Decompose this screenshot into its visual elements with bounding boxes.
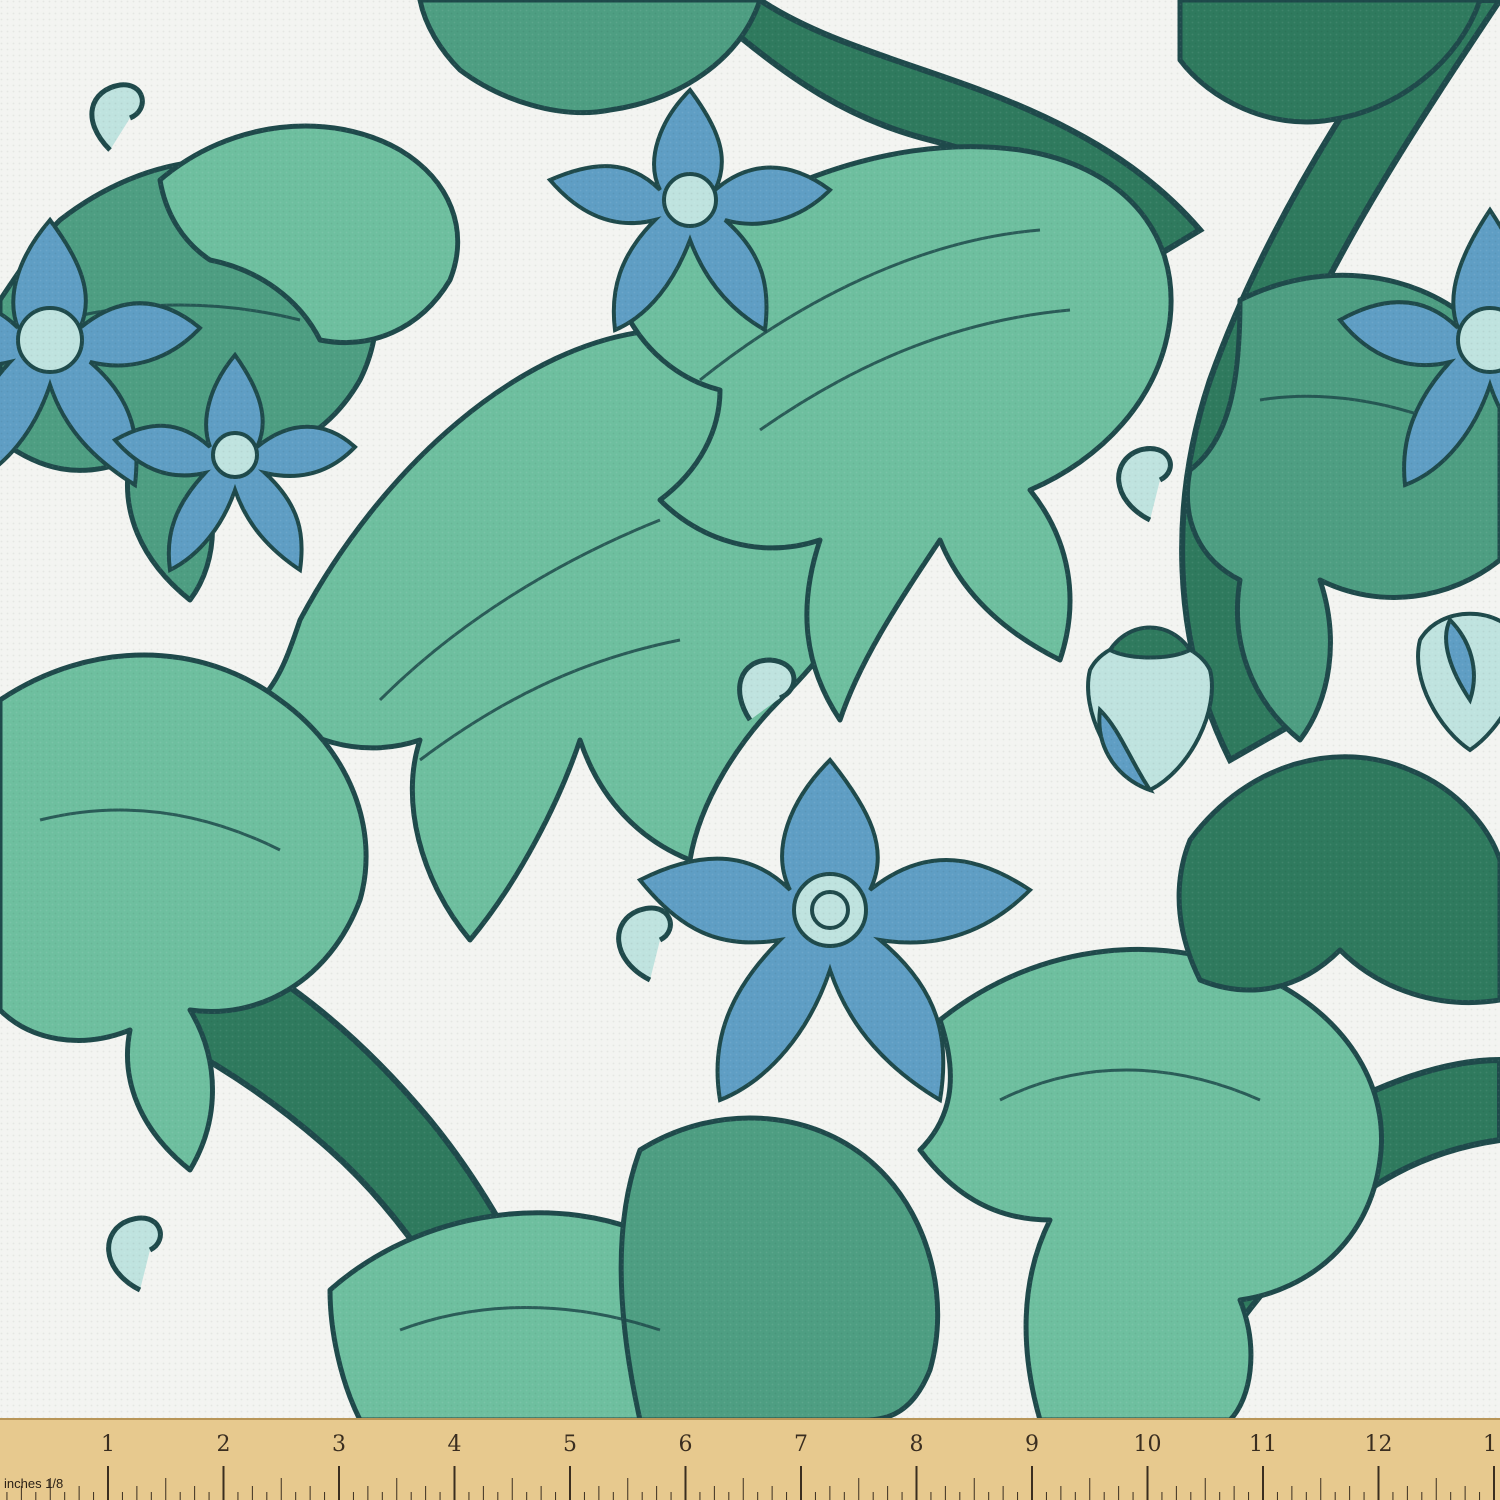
ruler-number: 5 [563,1432,577,1457]
ruler-number: 6 [678,1432,693,1457]
fabric-texture [0,0,1500,1500]
ruler-unit-label: inches 1/8 [4,1476,64,1491]
ruler-number: 7 [794,1432,808,1457]
ruler-number: 3 [332,1432,346,1457]
ruler-number: 8 [909,1432,924,1457]
ruler-number: 11 [1249,1432,1277,1457]
measuring-ruler: 1 2 3 4 5 6 7 8 9 10 11 12 1 inches 1/8 [0,1418,1500,1500]
ruler-number: 12 [1364,1432,1393,1457]
ruler-number: 1 [101,1432,115,1457]
ruler-number: 4 [447,1432,462,1457]
ruler-number: 2 [216,1432,231,1457]
ruler-number: 1 [1483,1432,1497,1457]
ruler-number: 9 [1025,1432,1039,1457]
floral-pattern [0,0,1500,1500]
fabric-swatch: 1 2 3 4 5 6 7 8 9 10 11 12 1 inches 1/8 [0,0,1500,1500]
ruler-number: 10 [1133,1432,1162,1457]
